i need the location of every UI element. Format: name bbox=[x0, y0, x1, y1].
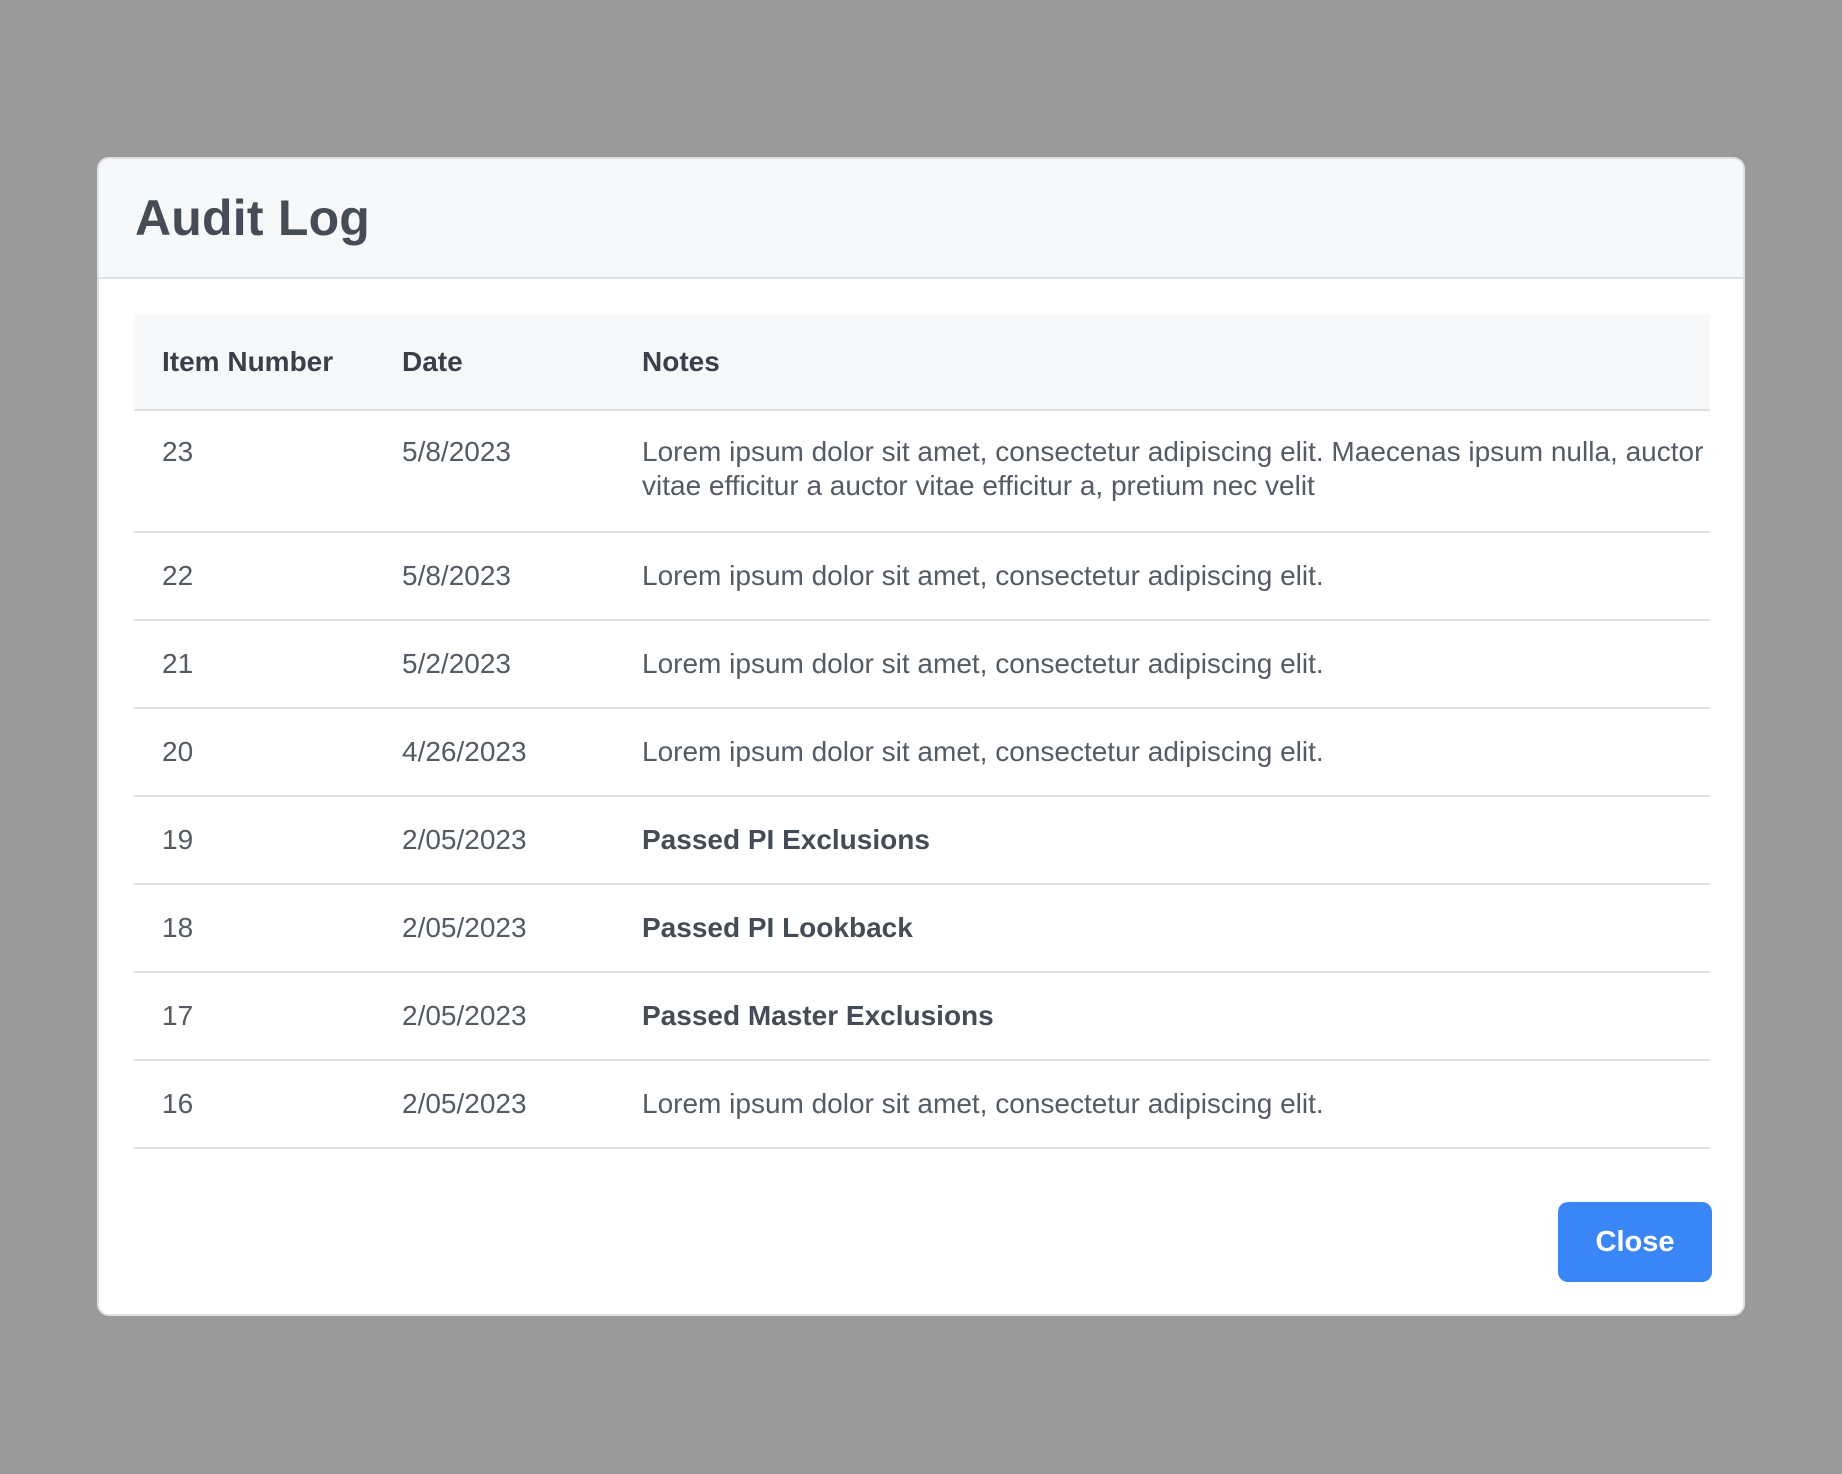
audit-log-table-container: Item Number Date Notes 23 5/8/2023 Lorem… bbox=[134, 314, 1710, 1149]
close-button[interactable]: Close bbox=[1558, 1202, 1712, 1282]
cell-date: 2/05/2023 bbox=[374, 796, 614, 885]
cell-item-number: 16 bbox=[134, 1060, 374, 1149]
cell-item-number: 22 bbox=[134, 532, 374, 621]
column-header-notes: Notes bbox=[614, 314, 1710, 411]
audit-log-modal: Audit Log Item Number Date Notes 23 5/8/… bbox=[97, 157, 1745, 1316]
table-row: 16 2/05/2023 Lorem ipsum dolor sit amet,… bbox=[134, 1060, 1710, 1149]
cell-date: 5/8/2023 bbox=[374, 532, 614, 621]
cell-notes: Passed PI Exclusions bbox=[614, 796, 1710, 885]
table-row: 23 5/8/2023 Lorem ipsum dolor sit amet, … bbox=[134, 410, 1710, 533]
cell-date: 5/8/2023 bbox=[374, 410, 614, 533]
cell-date: 2/05/2023 bbox=[374, 1060, 614, 1149]
cell-item-number: 19 bbox=[134, 796, 374, 885]
column-header-item-number: Item Number bbox=[134, 314, 374, 411]
cell-item-number: 20 bbox=[134, 708, 374, 797]
cell-date: 5/2/2023 bbox=[374, 620, 614, 709]
cell-notes: Lorem ipsum dolor sit amet, consectetur … bbox=[614, 532, 1710, 621]
table-row: 21 5/2/2023 Lorem ipsum dolor sit amet, … bbox=[134, 620, 1710, 709]
cell-notes: Lorem ipsum dolor sit amet, consectetur … bbox=[614, 1060, 1710, 1149]
cell-item-number: 23 bbox=[134, 410, 374, 533]
cell-notes: Passed Master Exclusions bbox=[614, 972, 1710, 1061]
cell-notes: Lorem ipsum dolor sit amet, consectetur … bbox=[614, 708, 1710, 797]
cell-date: 2/05/2023 bbox=[374, 972, 614, 1061]
cell-date: 4/26/2023 bbox=[374, 708, 614, 797]
cell-item-number: 21 bbox=[134, 620, 374, 709]
cell-notes: Passed PI Lookback bbox=[614, 884, 1710, 973]
cell-notes: Lorem ipsum dolor sit amet, consectetur … bbox=[614, 620, 1710, 709]
audit-log-table: Item Number Date Notes 23 5/8/2023 Lorem… bbox=[134, 314, 1710, 1149]
cell-item-number: 18 bbox=[134, 884, 374, 973]
modal-header: Audit Log bbox=[99, 159, 1743, 279]
cell-date: 2/05/2023 bbox=[374, 884, 614, 973]
modal-title: Audit Log bbox=[135, 190, 371, 246]
table-row: 20 4/26/2023 Lorem ipsum dolor sit amet,… bbox=[134, 708, 1710, 797]
cell-notes: Lorem ipsum dolor sit amet, consectetur … bbox=[614, 410, 1710, 533]
cell-item-number: 17 bbox=[134, 972, 374, 1061]
table-row: 22 5/8/2023 Lorem ipsum dolor sit amet, … bbox=[134, 532, 1710, 621]
table-row: 19 2/05/2023 Passed PI Exclusions bbox=[134, 796, 1710, 885]
table-row: 17 2/05/2023 Passed Master Exclusions bbox=[134, 972, 1710, 1061]
table-row: 18 2/05/2023 Passed PI Lookback bbox=[134, 884, 1710, 973]
table-header-row: Item Number Date Notes bbox=[134, 314, 1710, 411]
column-header-date: Date bbox=[374, 314, 614, 411]
